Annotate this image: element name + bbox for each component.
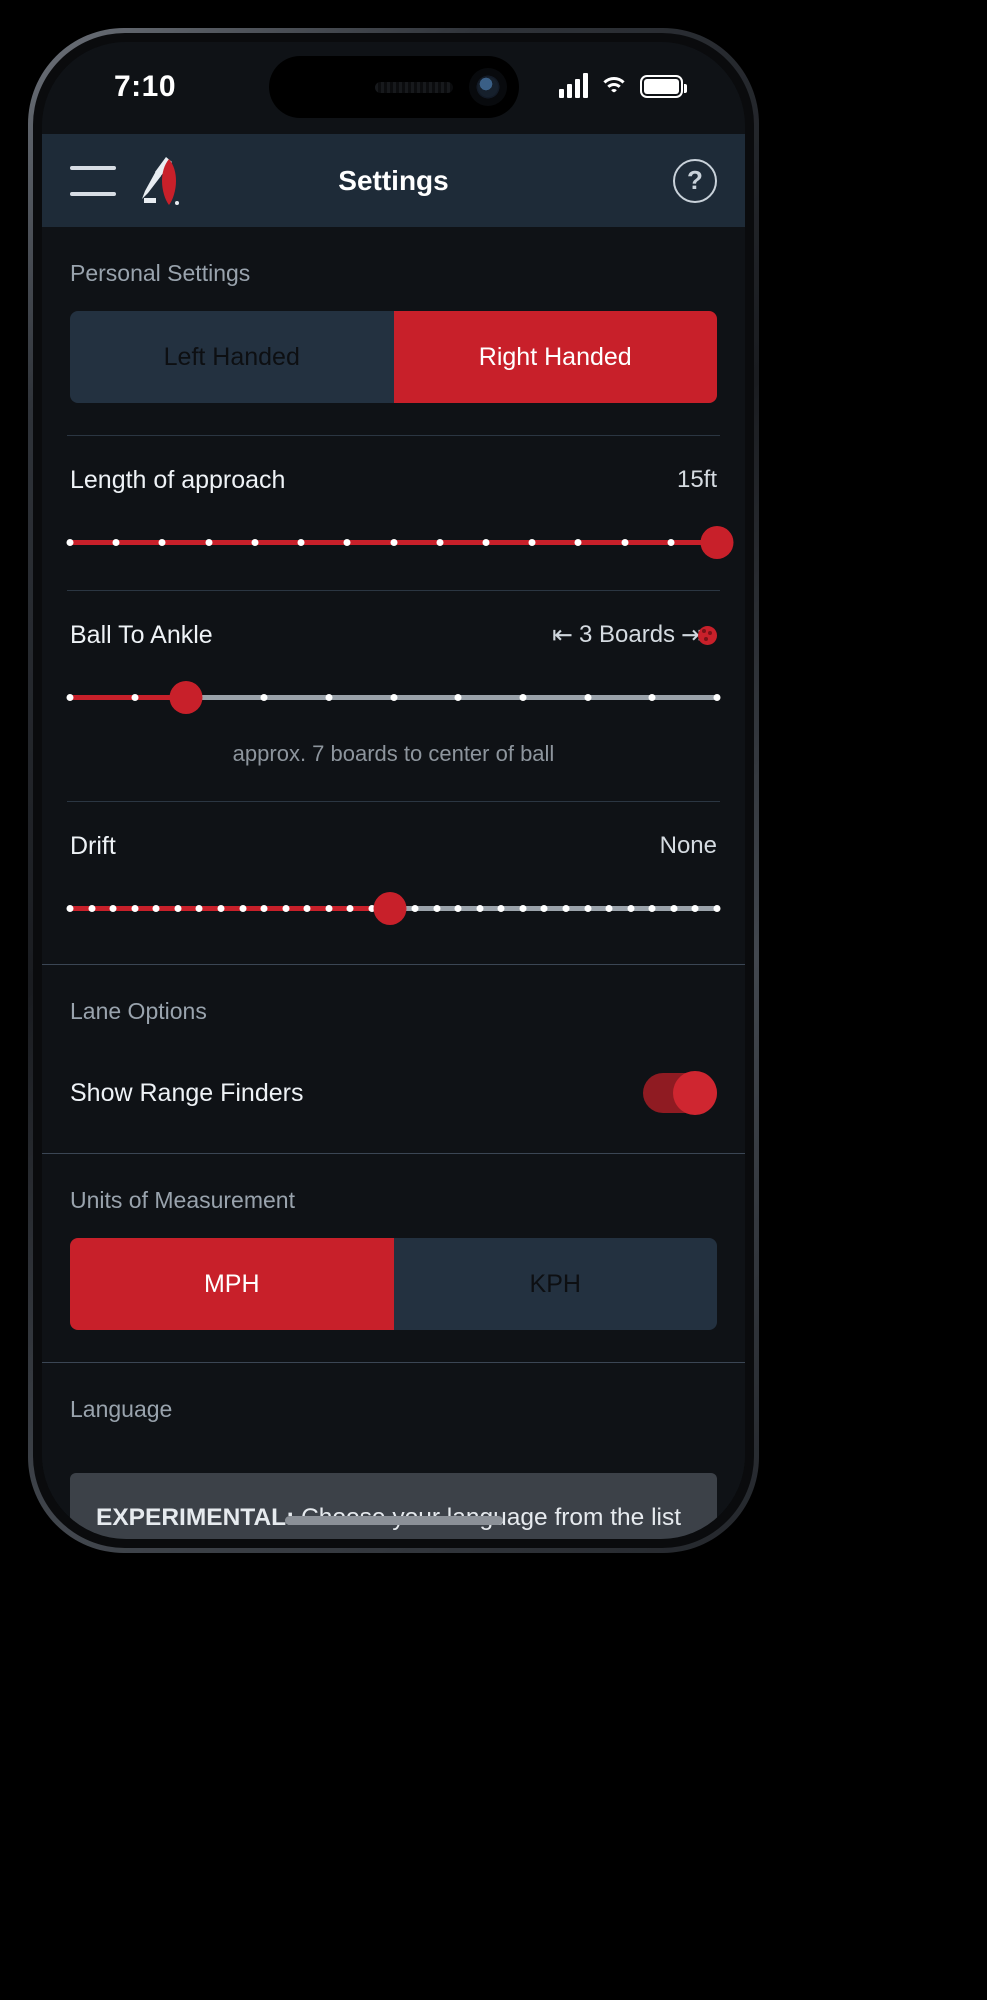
- front-camera-icon: [468, 68, 507, 106]
- segment-mph[interactable]: MPH: [70, 1238, 394, 1330]
- battery-full-icon: [640, 75, 687, 98]
- ball-to-ankle-header: Ball To Ankle ⇤ 3 Boards ⇥: [70, 617, 717, 653]
- dynamic-island: [268, 56, 519, 118]
- settings-content[interactable]: Personal Settings Left Handed Right Hand…: [42, 227, 745, 1539]
- app-bar: Settings ?: [42, 134, 745, 227]
- section-title-lane-options: Lane Options: [70, 998, 207, 1024]
- earpiece-speaker-icon: [374, 81, 453, 93]
- drift-header: Drift None: [70, 828, 717, 864]
- bowling-ball-icon: [698, 625, 717, 645]
- status-bar: 7:10: [42, 42, 745, 134]
- slider-knob[interactable]: [373, 892, 407, 925]
- section-title-units: Units of Measurement: [70, 1187, 295, 1213]
- ball-to-ankle-helper-text: approx. 7 boards to center of ball: [232, 741, 555, 766]
- cellular-bars-icon: [559, 72, 588, 98]
- hamburger-menu-icon[interactable]: [70, 165, 116, 196]
- status-time: 7:10: [114, 70, 177, 103]
- bowler-pin-logo-icon[interactable]: [136, 155, 182, 207]
- length-of-approach-value: 15ft: [676, 466, 717, 493]
- screenshot-root: 7:10 Settings ? Personal Settings Left H…: [0, 0, 987, 2000]
- show-range-finders-toggle[interactable]: [643, 1071, 717, 1115]
- drift-label: Drift: [70, 831, 116, 860]
- length-of-approach-label: Length of approach: [70, 465, 286, 494]
- drift-value: None: [659, 832, 717, 859]
- drift-slider[interactable]: [66, 886, 721, 932]
- length-of-approach-header: Length of approach 15ft: [70, 462, 717, 498]
- section-language: Language EXPERIMENTAL: Choose your langu…: [42, 1363, 745, 1539]
- phone-bezel: 7:10 Settings ? Personal Settings Left H…: [33, 33, 754, 1548]
- ball-to-ankle-boards-text: 3 Boards: [578, 621, 676, 648]
- segment-right-handed[interactable]: Right Handed: [393, 311, 717, 403]
- slider-ticks: [66, 539, 721, 546]
- setting-drift[interactable]: Drift None: [42, 802, 745, 942]
- section-title-personal: Personal Settings: [70, 260, 251, 286]
- arrow-left-icon: ⇤: [552, 621, 573, 649]
- length-of-approach-slider[interactable]: [66, 520, 734, 566]
- slider-knob[interactable]: [700, 526, 734, 559]
- language-note-prefix: EXPERIMENTAL:: [96, 1504, 295, 1531]
- section-lane-options: Lane Options Show Range Finders: [42, 965, 745, 1153]
- segment-kph[interactable]: KPH: [393, 1238, 717, 1330]
- setting-show-range-finders[interactable]: Show Range Finders: [42, 1049, 745, 1153]
- ball-to-ankle-label: Ball To Ankle: [70, 620, 213, 649]
- help-circle-icon[interactable]: ?: [673, 158, 717, 203]
- home-indicator[interactable]: [284, 1516, 503, 1525]
- section-title-language: Language: [70, 1396, 173, 1422]
- ball-to-ankle-value: ⇤ 3 Boards ⇥: [552, 620, 717, 650]
- slider-knob[interactable]: [169, 681, 203, 714]
- units-segmented-control[interactable]: MPH KPH: [70, 1238, 717, 1330]
- segment-left-handed[interactable]: Left Handed: [70, 311, 394, 403]
- language-experimental-note: EXPERIMENTAL: Choose your language from …: [70, 1473, 717, 1539]
- section-personal-settings: Personal Settings Left Handed Right Hand…: [42, 227, 745, 964]
- phone-frame: 7:10 Settings ? Personal Settings Left H…: [28, 28, 759, 1553]
- status-indicators: [559, 72, 687, 98]
- section-units-of-measurement: Units of Measurement MPH KPH: [42, 1154, 745, 1362]
- ball-to-ankle-slider[interactable]: [66, 675, 721, 721]
- slider-ticks: [66, 694, 721, 701]
- show-range-finders-label: Show Range Finders: [70, 1078, 304, 1107]
- handedness-segmented-control[interactable]: Left Handed Right Handed: [70, 311, 717, 403]
- setting-length-of-approach[interactable]: Length of approach 15ft: [42, 436, 745, 576]
- wifi-icon: [599, 74, 629, 98]
- setting-ball-to-ankle[interactable]: Ball To Ankle ⇤ 3 Boards ⇥ approx. 7 boa…: [42, 591, 745, 801]
- phone-screen: 7:10 Settings ? Personal Settings Left H…: [42, 42, 745, 1539]
